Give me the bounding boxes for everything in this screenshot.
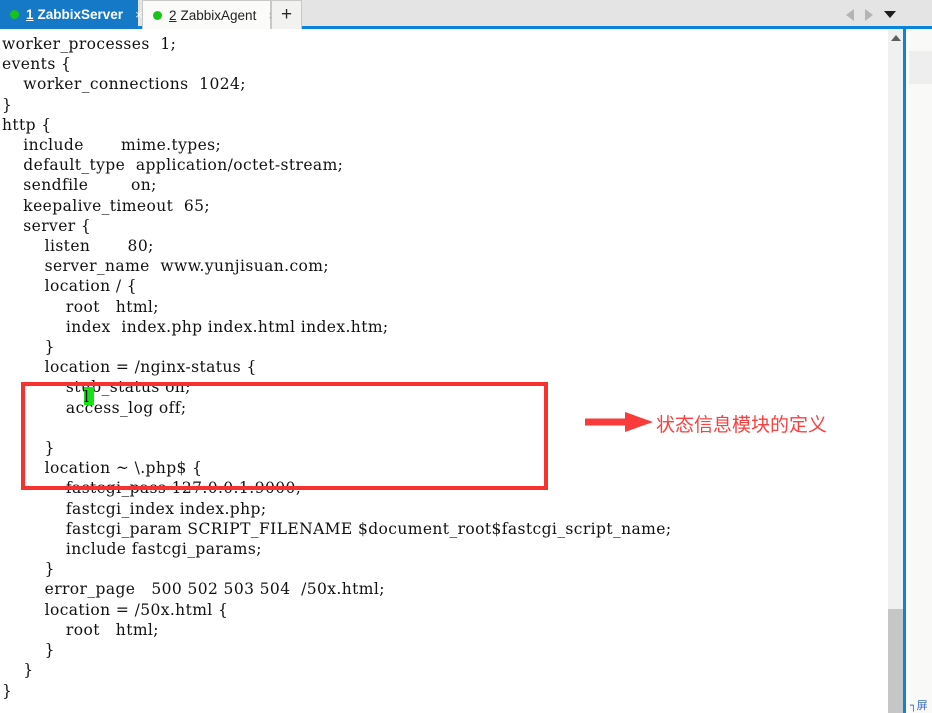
gutter-chip [909, 51, 932, 84]
tab-zabbixagent[interactable]: 2 ZabbixAgent × [142, 0, 276, 29]
terminal-window: 1 ZabbixServer × 2 ZabbixAgent × + worke… [0, 0, 932, 713]
nginx-config-text: worker_processes 1; events { worker_conn… [2, 35, 672, 700]
tab-nav-controls [846, 0, 896, 29]
tab-bar: 1 ZabbixServer × 2 ZabbixAgent × + [0, 0, 932, 29]
tab-number: 1 [26, 7, 34, 22]
scrollbar-thumb[interactable] [888, 609, 903, 713]
new-tab-button[interactable]: + [271, 0, 302, 29]
green-dot-icon [10, 10, 19, 19]
vertical-scrollbar[interactable] [888, 29, 906, 713]
next-tab-icon[interactable] [865, 8, 873, 21]
annotation-label: 状态信息模块的定义 [656, 414, 828, 436]
right-gutter-panel [909, 29, 932, 713]
prev-tab-icon[interactable] [846, 8, 854, 21]
gutter-label: ┐屏 [910, 699, 928, 712]
tab-number: 2 [169, 7, 177, 23]
red-arrow-icon [585, 412, 653, 432]
terminal-content[interactable]: worker_processes 1; events { worker_conn… [0, 29, 888, 713]
tab-zabbixserver[interactable]: 1 ZabbixServer × [0, 0, 143, 29]
tab-title: ZabbixAgent [180, 7, 257, 23]
green-dot-icon [153, 10, 162, 20]
tab-title: ZabbixServer [37, 7, 124, 22]
scroll-up-icon[interactable] [888, 29, 903, 46]
cursor-character: l [84, 388, 89, 406]
tab-list-dropdown-icon[interactable] [884, 11, 896, 18]
